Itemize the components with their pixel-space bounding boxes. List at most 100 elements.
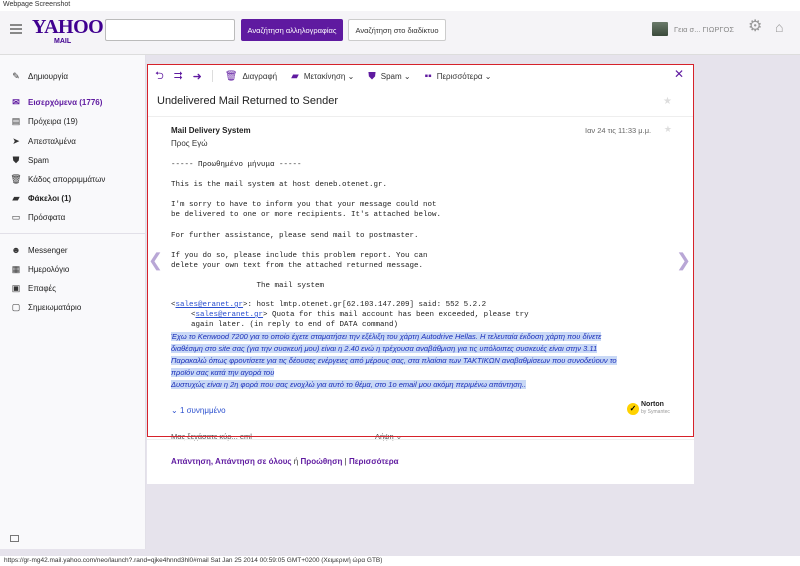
recipient: Προς Εγώ [171, 139, 208, 148]
delete-label: Διαγραφή [242, 71, 278, 81]
star-icon[interactable]: ★ [664, 124, 672, 135]
sidebar-item-inbox[interactable]: ✉ Εισερχόμενα (1776) [0, 94, 146, 110]
logo[interactable]: YAHOO! [32, 17, 110, 37]
move-button[interactable]: ▰ Μετακίνηση ⌄ [291, 71, 354, 82]
reply-all-link[interactable]: Απάντηση σε όλους [215, 457, 292, 466]
sender-name[interactable]: Mail Delivery System [171, 126, 251, 135]
highlighted-text: Έχω το Kenwood 7200 για το οποίο έχετε σ… [171, 332, 602, 341]
divider [147, 439, 694, 440]
or-text: ή [293, 457, 299, 466]
sidebar-item-label: Επαφές [28, 283, 56, 293]
quota-text: > Quota for this mail account has been e… [263, 311, 529, 319]
divider [147, 116, 694, 117]
home-icon[interactable]: ⌂ [775, 20, 783, 34]
sidebar-item-label: Κάδος απορριμμάτων [28, 174, 106, 184]
forward-link[interactable]: Προώθηση [300, 457, 342, 466]
header: YAHOO! MAIL Αναζήτηση αλληλογραφίας Αναζ… [0, 11, 800, 55]
sidebar-item-label: Δημιουργία [28, 71, 68, 81]
sidebar-item-drafts[interactable]: ▤ Πρόχειρα (19) [0, 113, 146, 129]
search-input[interactable] [105, 19, 235, 41]
sidebar-item-compose[interactable]: ✎ Δημιουργία [0, 68, 146, 84]
user-greeting[interactable]: Γεια σ... ΓΙΩΡΓΟΣ [674, 25, 734, 34]
next-message-icon[interactable]: ❯ [676, 250, 691, 271]
chevron-down-icon: ⌄ [403, 71, 411, 81]
spam-button[interactable]: ⛊ Spam ⌄ [368, 71, 410, 82]
sidebar-item-folders[interactable]: ▰ Φάκελοι (1) [0, 190, 146, 206]
move-label: Μετακίνηση [303, 71, 346, 81]
highlighted-text: Παρακαλώ όπως φροντίσετε για τις δέουσες… [171, 356, 617, 365]
chevron-down-icon: ⌄ [347, 71, 355, 81]
attachment-label: 1 συνημμένο [179, 406, 226, 415]
host-text: >: host lmtp.otenet.gr[62.103.147.209] s… [243, 301, 487, 309]
norton-label: Norton [641, 401, 664, 408]
inbox-icon: ✉ [12, 96, 20, 107]
chevron-down-icon: ⌄ [484, 71, 492, 81]
forward-icon[interactable]: ➜ [193, 70, 202, 83]
prev-message-icon[interactable]: ❮ [148, 250, 163, 271]
reply-link[interactable]: Απάντηση [171, 457, 211, 466]
search-mail-button[interactable]: Αναζήτηση αλληλογραφίας [241, 19, 343, 41]
trash-icon: 🗑 [224, 70, 238, 82]
sidebar-item-label: Εισερχόμενα (1776) [28, 97, 103, 107]
screenshot-title: Webpage Screenshot [0, 0, 800, 11]
star-icon[interactable]: ★ [663, 96, 672, 107]
sidebar-item-spam[interactable]: ⛊ Spam [0, 152, 146, 168]
attachment-link[interactable]: ⌄ 1 συνημμένο [171, 406, 226, 415]
menu-icon[interactable] [10, 24, 22, 34]
body-line: again later. (in reply to end of DATA co… [191, 321, 399, 329]
more-button[interactable]: ▪▪ Περισσότερα ⌄ [425, 71, 492, 82]
body-line: If you do so, please include this proble… [171, 252, 428, 260]
sidebar-item-calendar[interactable]: ▦ Ημερολόγιο [0, 261, 146, 277]
body-line: be delivered to one or more recipients. … [171, 211, 442, 219]
message-date: Ιαν 24 τις 11:33 μ.μ. [585, 126, 652, 135]
body-line-host: <sales@eranet.gr>: host lmtp.otenet.gr[6… [171, 301, 487, 309]
sidebar-item-label: Messenger [28, 245, 68, 255]
toolbar-divider [211, 70, 213, 82]
separator: | [344, 457, 347, 466]
reply-all-icon[interactable]: ⮆ [174, 70, 183, 83]
email-link[interactable]: sales@eranet.gr [196, 311, 264, 319]
sidebar-item-messenger[interactable]: ☻ Messenger [0, 242, 146, 258]
sidebar-item-contacts[interactable]: ▣ Επαφές [0, 280, 146, 296]
sidebar-item-recent[interactable]: ▭ Πρόσφατα [0, 209, 146, 225]
folder-icon: ▰ [291, 70, 299, 82]
reply-icon[interactable]: ⮌ [155, 67, 164, 86]
more-link[interactable]: Περισσότερα [349, 457, 399, 466]
highlighted-text: προϊόν σας κατά την αγορά του [171, 368, 275, 377]
body-line: I'm sorry to have to inform you that you… [171, 201, 437, 209]
norton-badge: ✓ Norton by Symantec [627, 401, 670, 416]
sidebar: ✎ Δημιουργία ✉ Εισερχόμενα (1776) ▤ Πρόχειρ… [0, 55, 146, 549]
shield-icon: ⛊ [12, 154, 20, 165]
avatar[interactable] [652, 22, 668, 36]
status-bar: https://gr-mg42.mail.yahoo.com/neo/launc… [0, 556, 800, 566]
sidebar-item-label: Απεσταλμένα [28, 136, 76, 146]
trash-icon: 🗑 [10, 173, 22, 184]
delete-button[interactable]: 🗑 Διαγραφή [225, 71, 277, 82]
sidebar-item-label: Ημερολόγιο [28, 264, 70, 274]
sidebar-item-trash[interactable]: 🗑 Κάδος απορριμμάτων [0, 171, 146, 187]
folder-icon: ▰ [12, 192, 20, 203]
sidebar-item-notepad[interactable]: ▢ Σημειωματάριο [0, 299, 146, 315]
sent-icon: ➤ [12, 135, 20, 146]
body-line: delete your own text from the attached r… [171, 262, 424, 270]
body-line-quota: <sales@eranet.gr> Quota for this mail ac… [191, 311, 529, 319]
search-web-button[interactable]: Αναζήτηση στο διαδίκτυο [348, 19, 446, 41]
highlighted-text: διαθέσιμη στο site σας (για την συσκευή … [171, 344, 598, 353]
close-icon[interactable]: ✕ [674, 67, 684, 81]
recent-icon: ▭ [11, 211, 21, 222]
logo-sub: MAIL [54, 38, 72, 45]
sidebar-divider [0, 233, 146, 234]
sidebar-item-label: Σημειωματάριο [28, 302, 82, 312]
notepad-icon: ▢ [11, 301, 21, 312]
sidebar-item-label: Φάκελοι (1) [28, 193, 72, 203]
message-subject: Undelivered Mail Returned to Sender [157, 95, 338, 107]
message-pane: ⮌ ⮆ ➜ 🗑 Διαγραφή ▰ Μετακίνηση ⌄ ⛊ Spam ⌄ ▪▪… [147, 64, 694, 484]
email-link[interactable]: sales@eranet.gr [176, 301, 244, 309]
gear-icon[interactable]: ⚙ [748, 19, 762, 35]
image-icon[interactable] [10, 535, 19, 542]
body-line: The mail system [171, 282, 325, 290]
highlighted-text: Δυστυχώς είναι η 2η φορά που σας ενοχλώ … [171, 380, 527, 389]
sidebar-item-sent[interactable]: ➤ Απεσταλμένα [0, 133, 146, 149]
sidebar-item-label: Πρόσφατα [28, 212, 66, 222]
calendar-icon: ▦ [11, 263, 21, 274]
